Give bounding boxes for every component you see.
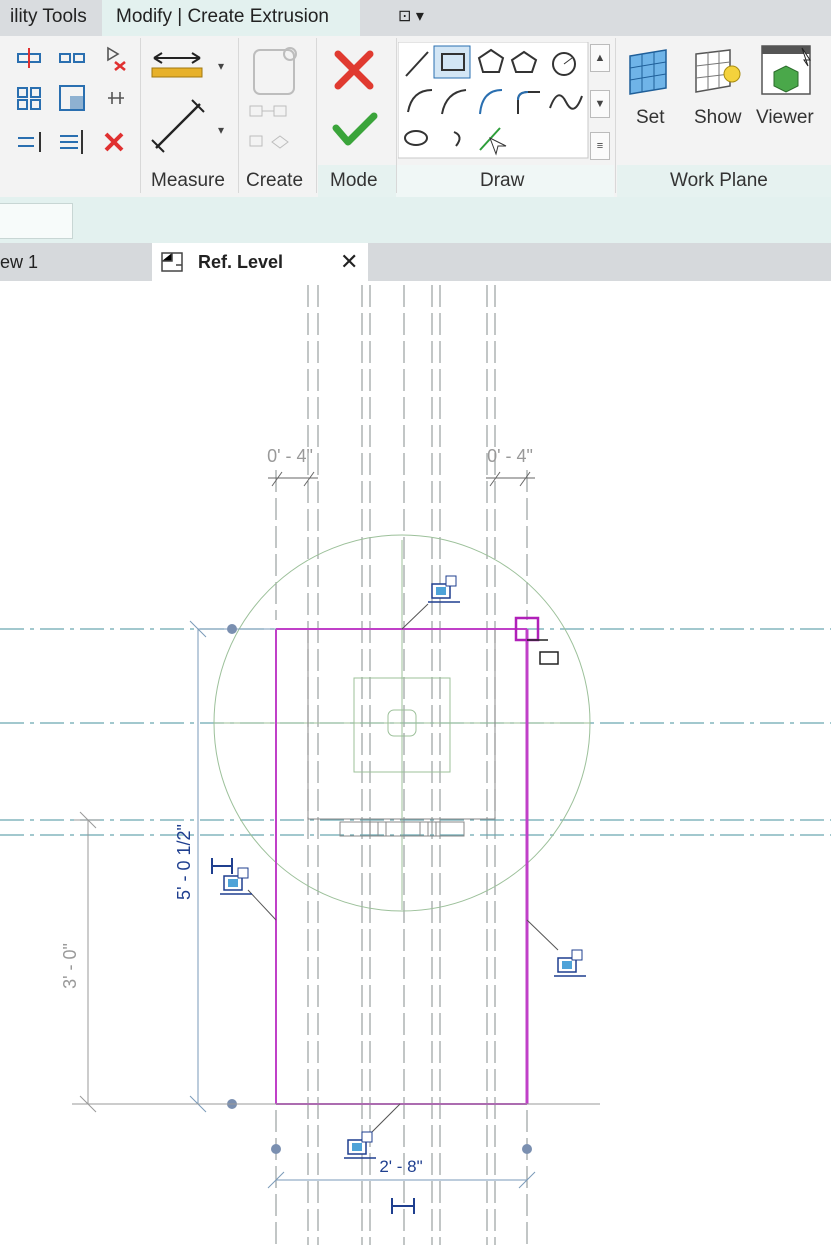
svg-text:▾: ▾ bbox=[218, 123, 224, 137]
create-tools bbox=[249, 47, 297, 149]
workplane-panel-label: Work Plane bbox=[670, 170, 768, 191]
offset-icon[interactable] bbox=[59, 53, 85, 63]
measure-panel-label: Measure bbox=[151, 170, 225, 191]
options-bar-field[interactable] bbox=[0, 203, 73, 239]
gallery-expand[interactable]: ≡ bbox=[590, 132, 610, 160]
aligned-dimension-icon[interactable]: ▾ bbox=[151, 52, 224, 78]
dimension-height-total[interactable]: 5' - 0 1/2" bbox=[174, 824, 194, 900]
lock-icon[interactable] bbox=[220, 867, 252, 895]
draw-gallery bbox=[398, 42, 589, 159]
delete-icon[interactable] bbox=[104, 132, 124, 152]
gallery-scroll-down[interactable]: ▼ bbox=[590, 90, 610, 118]
cancel-edit-mode-icon[interactable] bbox=[334, 50, 374, 90]
circular-footing-outline bbox=[213, 534, 591, 912]
pin-icon[interactable] bbox=[108, 92, 124, 104]
gallery-scroll-up[interactable]: ▲ bbox=[590, 44, 610, 72]
options-bar bbox=[0, 197, 831, 243]
viewer-button-label[interactable]: Viewer bbox=[756, 107, 814, 129]
quick-access-dropdown[interactable]: ⊡ ▾ bbox=[384, 0, 444, 36]
show-workplane-icon[interactable] bbox=[695, 49, 741, 93]
trim-icon[interactable] bbox=[60, 130, 83, 154]
lock-icon[interactable] bbox=[428, 575, 460, 603]
array-icon[interactable] bbox=[17, 87, 41, 110]
modify-tools-group bbox=[17, 46, 126, 154]
close-icon[interactable]: ✕ bbox=[340, 243, 358, 281]
equality-constraint-icon[interactable] bbox=[211, 858, 233, 874]
lock-icon[interactable] bbox=[344, 1131, 376, 1159]
split-icon[interactable] bbox=[18, 132, 41, 152]
view-tab-bar bbox=[0, 243, 831, 281]
view-tab-title: Ref. Level bbox=[198, 252, 284, 272]
dimension-offset-right[interactable]: 0' - 4" bbox=[487, 446, 533, 466]
ribbon-tab-bar: ility Tools Modify | Create Extrusion ⊡ … bbox=[0, 0, 831, 36]
grip-handle[interactable] bbox=[227, 624, 237, 634]
set-button-label[interactable]: Set bbox=[636, 107, 665, 129]
mode-tools bbox=[332, 50, 378, 146]
floor-plan-icon bbox=[161, 252, 183, 272]
create-group-icon[interactable] bbox=[249, 105, 289, 149]
tab-modify-create-extrusion[interactable]: Modify | Create Extrusion bbox=[102, 0, 360, 36]
view-tab-ref-level[interactable]: Ref. Level ✕ bbox=[152, 243, 368, 281]
workplane-icons bbox=[629, 45, 811, 95]
workplane-viewer-icon[interactable] bbox=[761, 45, 811, 95]
grip-handle[interactable] bbox=[522, 1144, 532, 1154]
svg-text:▾: ▾ bbox=[218, 59, 224, 73]
equality-constraint-icon[interactable] bbox=[391, 1198, 415, 1214]
mode-panel-label: Mode bbox=[330, 170, 378, 191]
align-icon[interactable] bbox=[17, 48, 41, 68]
finish-edit-mode-icon[interactable] bbox=[332, 112, 378, 146]
drawing-canvas[interactable]: 0' - 4" 0' - 4" 5' - 0 1/2" 3' - 0" 2' -… bbox=[0, 281, 831, 1245]
dimension-height-lower[interactable]: 3' - 0" bbox=[60, 943, 80, 989]
grip-handle[interactable] bbox=[271, 1144, 281, 1154]
component-icon[interactable] bbox=[253, 47, 297, 95]
dimension-offset-left[interactable]: 0' - 4" bbox=[267, 446, 313, 466]
draw-panel-label: Draw bbox=[480, 170, 525, 191]
measure-tools: ▾ ▾ bbox=[151, 52, 224, 153]
scale-icon[interactable] bbox=[59, 85, 85, 111]
tab-utility-tools[interactable]: ility Tools bbox=[0, 0, 101, 36]
lock-icon[interactable] bbox=[554, 949, 586, 977]
mirror-icon[interactable] bbox=[107, 46, 126, 72]
view-tab-previous[interactable]: ew 1 bbox=[0, 243, 38, 281]
rectangle-icon[interactable] bbox=[433, 45, 471, 79]
show-button-label[interactable]: Show bbox=[694, 107, 742, 129]
set-workplane-icon[interactable] bbox=[629, 49, 667, 95]
create-panel-label: Create bbox=[246, 170, 304, 191]
dimension-width[interactable]: 2' - 8" bbox=[379, 1157, 422, 1176]
cursor-rectangle-icon bbox=[539, 651, 559, 665]
measure-between-icon[interactable]: ▾ bbox=[151, 99, 224, 153]
